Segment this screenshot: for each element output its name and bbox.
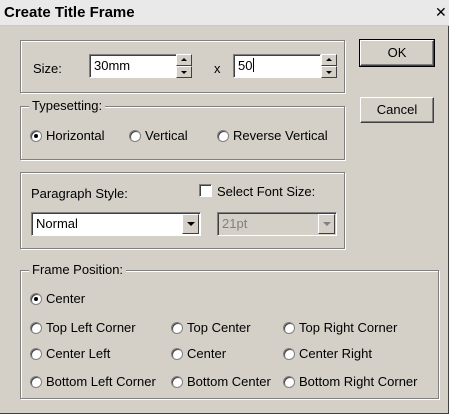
ok-button[interactable]: OK	[359, 39, 435, 67]
spin-up-icon[interactable]	[176, 54, 192, 66]
position-bottom-center[interactable]: Bottom Center	[187, 374, 271, 390]
radio-icon[interactable]	[30, 293, 42, 305]
radio-icon[interactable]	[283, 376, 295, 388]
radio-icon[interactable]	[30, 348, 42, 360]
position-center-left[interactable]: Center Left	[46, 346, 110, 362]
radio-icon[interactable]	[171, 322, 183, 334]
paragraph-style-value: Normal	[36, 216, 78, 231]
close-icon[interactable]: ✕	[435, 4, 449, 22]
radio-icon[interactable]	[129, 130, 141, 142]
radio-icon[interactable]	[171, 376, 183, 388]
position-top-right[interactable]: Top Right Corner	[299, 320, 397, 336]
paragraph-style-label: Paragraph Style:	[31, 186, 128, 201]
radio-icon[interactable]	[171, 348, 183, 360]
size-separator: x	[214, 61, 221, 76]
position-bottom-right[interactable]: Bottom Right Corner	[299, 374, 418, 390]
radio-icon[interactable]	[30, 322, 42, 334]
spin-down-icon[interactable]	[176, 66, 192, 78]
height-value: 50	[238, 58, 255, 73]
radio-icon[interactable]	[283, 348, 295, 360]
typesetting-group: Typesetting: Horizontal Vertical Reverse…	[20, 98, 345, 160]
height-field[interactable]: 50	[233, 54, 321, 78]
paragraph-group: Paragraph Style: Select Font Size: Norma…	[20, 172, 345, 249]
position-center-right[interactable]: Center Right	[299, 346, 372, 362]
size-group: Size: 30mm x 50	[20, 40, 345, 93]
typesetting-legend: Typesetting:	[29, 98, 106, 114]
frame-position-group: Frame Position: Center Top Left Corner T…	[20, 262, 439, 399]
radio-icon[interactable]	[30, 376, 42, 388]
title-bar[interactable]: Create Title Frame ✕	[0, 0, 449, 26]
typesetting-reverse-vertical[interactable]: Reverse Vertical	[233, 128, 328, 144]
window-title: Create Title Frame	[4, 4, 135, 21]
font-size-select[interactable]: 21pt	[217, 212, 337, 236]
spin-up-icon[interactable]	[321, 54, 337, 66]
width-value: 30mm	[94, 58, 131, 73]
height-spinner[interactable]	[321, 54, 337, 78]
width-spinner[interactable]	[176, 54, 192, 78]
dropdown-arrow-icon[interactable]	[182, 214, 199, 234]
radio-icon[interactable]	[30, 130, 42, 142]
dropdown-arrow-icon[interactable]	[318, 214, 335, 234]
position-center[interactable]: Center	[187, 346, 226, 362]
spin-down-icon[interactable]	[321, 66, 337, 78]
cancel-button[interactable]: Cancel	[360, 97, 434, 123]
checkbox-icon[interactable]	[199, 184, 212, 197]
typesetting-horizontal[interactable]: Horizontal	[46, 128, 105, 144]
radio-icon[interactable]	[283, 322, 295, 334]
select-font-size-label[interactable]: Select Font Size:	[217, 184, 315, 200]
position-top-left[interactable]: Top Left Corner	[46, 320, 136, 336]
radio-icon[interactable]	[217, 130, 229, 142]
width-field[interactable]: 30mm	[89, 54, 177, 78]
paragraph-style-select[interactable]: Normal	[31, 212, 201, 236]
font-size-value: 21pt	[222, 216, 248, 231]
position-top-center[interactable]: Top Center	[187, 320, 251, 336]
frame-position-legend: Frame Position:	[29, 262, 127, 278]
position-bottom-left[interactable]: Bottom Left Corner	[46, 374, 156, 390]
typesetting-vertical[interactable]: Vertical	[145, 128, 188, 144]
position-center-top[interactable]: Center	[46, 291, 85, 307]
create-title-frame-dialog: Create Title Frame ✕ Size: 30mm x 50 OK …	[0, 0, 449, 414]
size-label: Size:	[33, 61, 62, 76]
